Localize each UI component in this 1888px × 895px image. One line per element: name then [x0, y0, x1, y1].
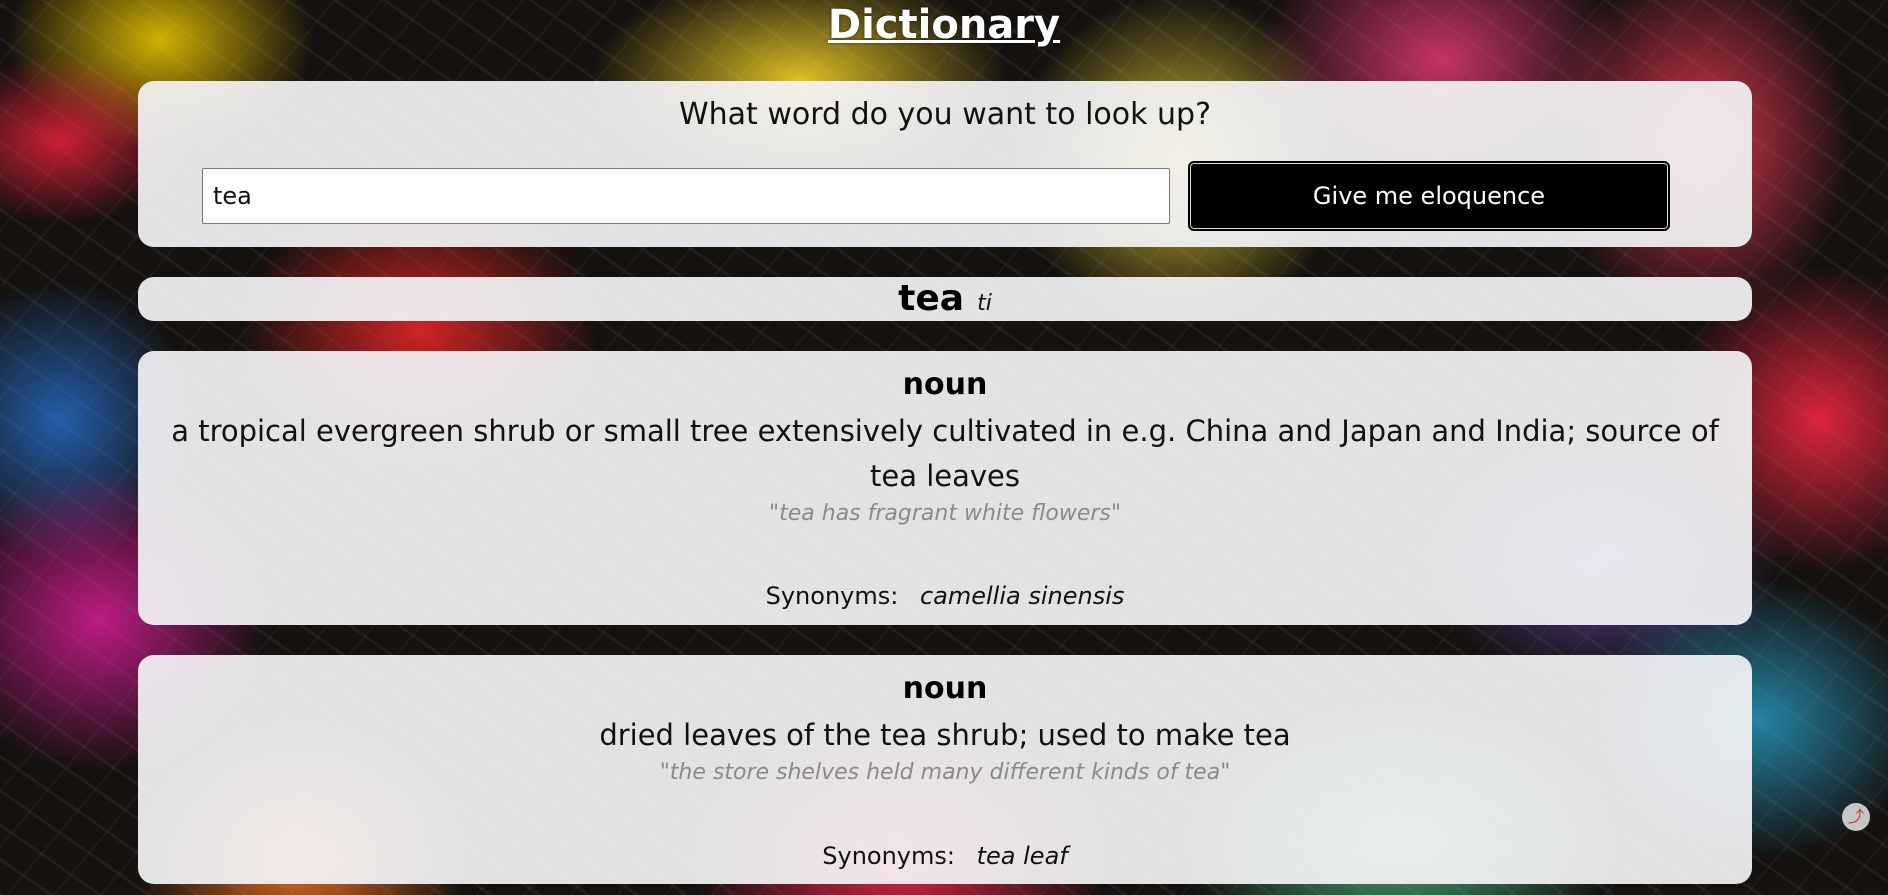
part-of-speech: noun: [902, 367, 988, 402]
search-prompt: What word do you want to look up?: [678, 97, 1212, 132]
definition-text: a tropical evergreen shrub or small tree…: [171, 414, 1719, 493]
dictionary-page: Dictionary What word do you want to look…: [0, 0, 1888, 895]
search-input[interactable]: [202, 168, 1170, 224]
lookup-button[interactable]: Give me eloquence: [1188, 161, 1670, 231]
part-of-speech: noun: [902, 671, 988, 706]
example-text: "tea has fragrant white flowers": [769, 501, 1121, 526]
scroll-up-icon[interactable]: ⤴: [1842, 803, 1870, 831]
word-text: tea: [898, 278, 965, 319]
synonyms-row: Synonyms: tea leaf: [138, 839, 1752, 873]
word-header: tea ti: [138, 277, 1752, 327]
meaning-card: noun dried leaves of the tea shrub; used…: [138, 655, 1752, 884]
word-header-card: tea ti: [138, 277, 1752, 321]
synonyms-label: Synonyms:: [822, 842, 955, 870]
synonyms-row: Synonyms: camellia sinensis: [138, 579, 1752, 613]
page-title: Dictionary: [827, 2, 1061, 48]
example-text: "the store shelves held many different k…: [659, 760, 1231, 785]
synonym-value: camellia sinensis: [919, 582, 1125, 610]
meaning-card: noun a tropical evergreen shrub or small…: [138, 351, 1752, 625]
phonetic-text: ti: [977, 291, 992, 316]
synonyms-label: Synonyms:: [765, 582, 899, 610]
synonym-value: tea leaf: [976, 842, 1068, 870]
definition-text: dried leaves of the tea shrub; used to m…: [599, 718, 1291, 752]
search-card: What word do you want to look up? Give m…: [138, 81, 1752, 247]
